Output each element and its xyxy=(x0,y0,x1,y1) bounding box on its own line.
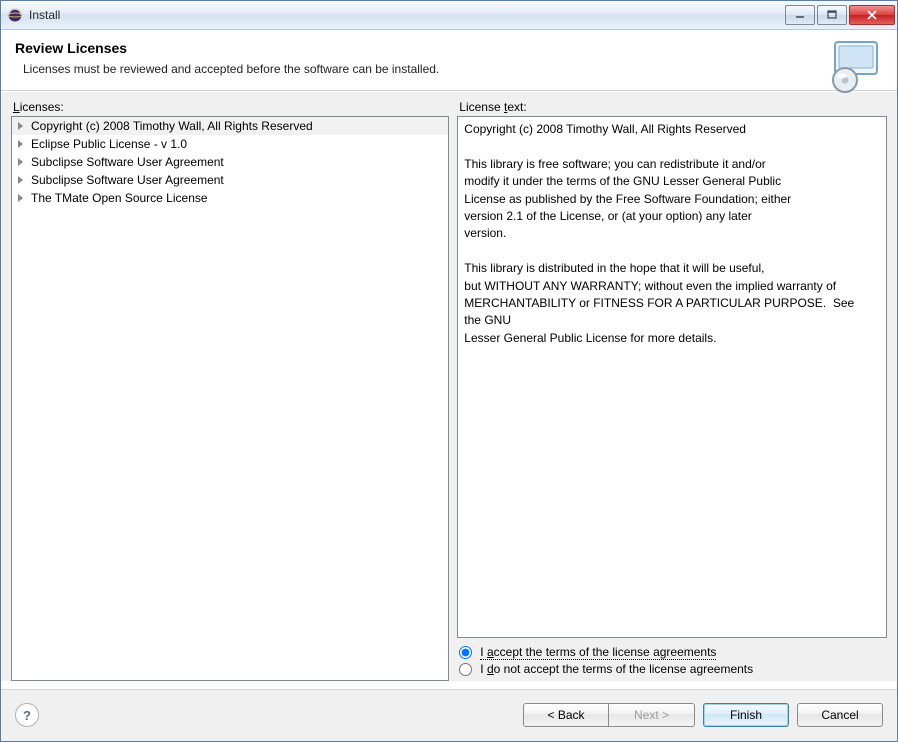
window-controls xyxy=(785,5,895,25)
wizard-content: Licenses: Copyright (c) 2008 Timothy Wal… xyxy=(1,91,897,681)
licenses-label: Licenses: xyxy=(11,100,449,114)
wizard-header: Review Licenses Licenses must be reviewe… xyxy=(1,30,897,91)
license-item[interactable]: Subclipse Software User Agreement xyxy=(12,171,448,189)
finish-button[interactable]: Finish xyxy=(703,703,789,727)
chevron-right-icon[interactable] xyxy=(18,194,23,202)
licenses-list[interactable]: Copyright (c) 2008 Timothy Wall, All Rig… xyxy=(11,116,449,681)
licenses-column: Licenses: Copyright (c) 2008 Timothy Wal… xyxy=(11,100,449,681)
license-text-column: License text: Copyright (c) 2008 Timothy… xyxy=(457,100,887,681)
accept-radio[interactable] xyxy=(459,646,472,659)
reject-radio-label: I do not accept the terms of the license… xyxy=(480,662,753,676)
license-text-area[interactable]: Copyright (c) 2008 Timothy Wall, All Rig… xyxy=(457,116,887,638)
chevron-right-icon[interactable] xyxy=(18,176,23,184)
close-button[interactable] xyxy=(849,5,895,25)
license-item-label: The TMate Open Source License xyxy=(31,191,208,205)
maximize-button[interactable] xyxy=(817,5,847,25)
back-button[interactable]: < Back xyxy=(523,703,609,727)
license-item[interactable]: The TMate Open Source License xyxy=(12,189,448,207)
page-title: Review Licenses xyxy=(15,40,881,56)
reject-radio-row[interactable]: I do not accept the terms of the license… xyxy=(459,661,885,677)
page-subtitle: Licenses must be reviewed and accepted b… xyxy=(23,62,881,76)
eclipse-icon xyxy=(7,7,23,23)
accept-radio-row[interactable]: I accept the terms of the license agreem… xyxy=(459,644,885,661)
next-button[interactable]: Next > xyxy=(609,703,695,727)
license-item-label: Eclipse Public License - v 1.0 xyxy=(31,137,187,151)
license-item-label: Copyright (c) 2008 Timothy Wall, All Rig… xyxy=(31,119,313,133)
license-item-label: Subclipse Software User Agreement xyxy=(31,155,224,169)
agreement-radios: I accept the terms of the license agreem… xyxy=(457,638,887,681)
license-item[interactable]: Copyright (c) 2008 Timothy Wall, All Rig… xyxy=(12,117,448,135)
chevron-right-icon[interactable] xyxy=(18,122,23,130)
cancel-button[interactable]: Cancel xyxy=(797,703,883,727)
wizard-footer: ? < Back Next > Finish Cancel xyxy=(1,691,897,741)
license-text-label: License text: xyxy=(457,100,887,114)
chevron-right-icon[interactable] xyxy=(18,140,23,148)
window-title: Install xyxy=(29,8,785,22)
chevron-right-icon[interactable] xyxy=(18,158,23,166)
accept-radio-label: I accept the terms of the license agreem… xyxy=(480,645,716,660)
minimize-button[interactable] xyxy=(785,5,815,25)
reject-radio[interactable] xyxy=(459,663,472,676)
titlebar[interactable]: Install xyxy=(1,1,897,30)
license-item-label: Subclipse Software User Agreement xyxy=(31,173,224,187)
install-dialog: Install Review Licenses Licenses must be… xyxy=(0,0,898,742)
help-icon[interactable]: ? xyxy=(15,703,39,727)
install-icon xyxy=(827,38,883,94)
license-item[interactable]: Subclipse Software User Agreement xyxy=(12,153,448,171)
license-item[interactable]: Eclipse Public License - v 1.0 xyxy=(12,135,448,153)
